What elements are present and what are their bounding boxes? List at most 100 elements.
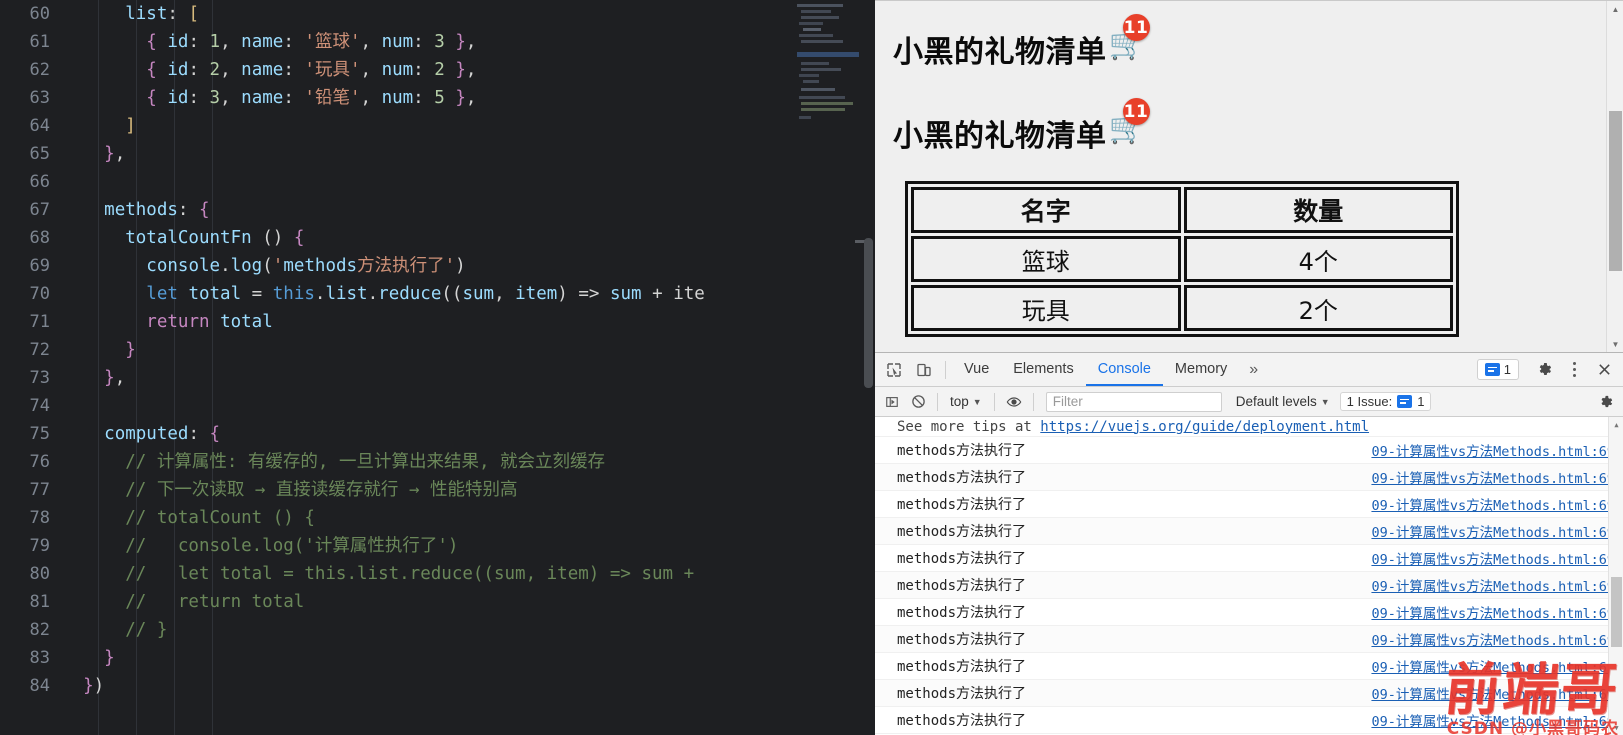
scroll-down-arrow-icon[interactable]: ▼ bbox=[1607, 336, 1623, 352]
editor-line-number: 80 bbox=[29, 564, 50, 584]
close-icon[interactable] bbox=[1589, 356, 1619, 384]
console-message-text: methods方法执行了 bbox=[897, 524, 1027, 540]
console-context-value: top bbox=[950, 394, 969, 409]
editor-line-number: 70 bbox=[29, 284, 50, 304]
console-sidebar-icon[interactable] bbox=[879, 390, 905, 414]
devtools-panel: Vue Elements Console Memory » 1 top ▼ Fi… bbox=[875, 352, 1623, 735]
editor-code-line[interactable]: }, bbox=[62, 364, 875, 392]
console-message-source-link[interactable]: 09-计算属性vs方法Methods.html:69 bbox=[1371, 467, 1615, 487]
editor-line-number: 64 bbox=[29, 116, 50, 136]
console-message-source-link[interactable]: 09-计算属性vs方法Methods.html:69 bbox=[1371, 602, 1615, 622]
clear-console-icon[interactable] bbox=[905, 390, 931, 414]
console-message-text: methods方法执行了 bbox=[897, 605, 1027, 621]
console-message-row[interactable]: methods方法执行了 09-计算属性vs方法Methods.html:69 bbox=[875, 599, 1623, 626]
editor-code-line[interactable]: methods: { bbox=[62, 196, 875, 224]
editor-code-area[interactable]: list: [ { id: 1, name: '篮球', num: 3 }, {… bbox=[62, 0, 875, 735]
console-message-text: methods方法执行了 bbox=[897, 713, 1027, 729]
console-message-source-link[interactable]: 09-计算属性vs方法Methods.html:69 bbox=[1371, 683, 1615, 703]
editor-line-number: 79 bbox=[29, 536, 50, 556]
gear-icon[interactable] bbox=[1593, 390, 1619, 414]
editor-code-line[interactable]: // 计算属性: 有缓存的, 一旦计算出来结果, 就会立刻缓存 bbox=[62, 448, 875, 476]
editor-scrollbar[interactable] bbox=[861, 0, 875, 735]
console-message-row[interactable]: methods方法执行了 09-计算属性vs方法Methods.html:69 bbox=[875, 626, 1623, 653]
console-message-row[interactable]: methods方法执行了 09-计算属性vs方法Methods.html:69 bbox=[875, 464, 1623, 491]
tab-memory[interactable]: Memory bbox=[1163, 353, 1239, 386]
editor-code-line[interactable]: totalCountFn () { bbox=[62, 224, 875, 252]
gift-name-cell: 玩具 bbox=[911, 285, 1181, 331]
tab-elements[interactable]: Elements bbox=[1001, 353, 1085, 386]
editor-code-line[interactable]: return total bbox=[62, 308, 875, 336]
preview-scrollbar-thumb[interactable] bbox=[1609, 111, 1622, 271]
inspect-element-icon[interactable] bbox=[879, 356, 909, 384]
console-message-row[interactable]: methods方法执行了 09-计算属性vs方法Methods.html:69 bbox=[875, 545, 1623, 572]
kebab-menu-icon[interactable] bbox=[1559, 356, 1589, 384]
console-message-row[interactable]: methods方法执行了 09-计算属性vs方法Methods.html:69 bbox=[875, 437, 1623, 464]
issues-badge-button[interactable]: 1 bbox=[1476, 359, 1519, 380]
console-message-row[interactable]: methods方法执行了 09-计算属性vs方法Methods.html:69 bbox=[875, 572, 1623, 599]
editor-code-line[interactable]: }) bbox=[62, 672, 875, 700]
editor-code-line[interactable]: // console.log('计算属性执行了') bbox=[62, 532, 875, 560]
editor-line-number: 76 bbox=[29, 452, 50, 472]
editor-code-line[interactable]: console.log('methods方法执行了') bbox=[62, 252, 875, 280]
editor-code-line[interactable]: } bbox=[62, 644, 875, 672]
editor-code-line[interactable]: list: [ bbox=[62, 0, 875, 28]
console-message-source-link[interactable]: 09-计算属性vs方法Methods.html:69 bbox=[1371, 440, 1615, 460]
console-scrollbar[interactable]: ▲ ▼ bbox=[1608, 417, 1623, 735]
editor-line-number: 81 bbox=[29, 592, 50, 612]
console-tip-link[interactable]: https://vuejs.org/guide/deployment.html bbox=[1040, 419, 1369, 435]
editor-code-line[interactable]: // } bbox=[62, 616, 875, 644]
editor-code-line[interactable]: ] bbox=[62, 112, 875, 140]
scroll-up-arrow-icon[interactable]: ▲ bbox=[1609, 417, 1623, 432]
editor-code-line[interactable]: }, bbox=[62, 140, 875, 168]
console-message-row[interactable]: methods方法执行了 09-计算属性vs方法Methods.html:69 bbox=[875, 491, 1623, 518]
console-message-source-link[interactable]: 09-计算属性vs方法Methods.html:69 bbox=[1371, 521, 1615, 541]
editor-code-line[interactable]: // let total = this.list.reduce((sum, it… bbox=[62, 560, 875, 588]
gear-icon[interactable] bbox=[1529, 356, 1559, 384]
console-message-text: methods方法执行了 bbox=[897, 443, 1027, 459]
editor-code-line[interactable]: computed: { bbox=[62, 420, 875, 448]
console-issues-chip[interactable]: 1 Issue: 1 bbox=[1339, 392, 1432, 411]
editor-code-line[interactable] bbox=[62, 392, 875, 420]
console-context-selector[interactable]: top ▼ bbox=[944, 394, 988, 409]
editor-code-line[interactable] bbox=[62, 168, 875, 196]
editor-code-line[interactable]: let total = this.list.reduce((sum, item)… bbox=[62, 280, 875, 308]
gift-list-heading-1: 小黑的礼物清单 🛒 11 bbox=[893, 14, 1623, 71]
editor-code-line[interactable]: { id: 3, name: '铅笔', num: 5 }, bbox=[62, 84, 875, 112]
device-toolbar-icon[interactable] bbox=[909, 356, 939, 384]
editor-line-number: 65 bbox=[29, 144, 50, 164]
console-message-source-link[interactable]: 09-计算属性vs方法Methods.html:69 bbox=[1371, 548, 1615, 568]
filter-divider-2 bbox=[993, 392, 995, 411]
console-log-levels-selector[interactable]: Default levels ▼ bbox=[1236, 394, 1330, 409]
editor-line-number: 69 bbox=[29, 256, 50, 276]
tab-console[interactable]: Console bbox=[1086, 353, 1163, 386]
gift-count-cell: 2个 bbox=[1183, 285, 1453, 331]
scroll-up-arrow-icon[interactable]: ▲ bbox=[1607, 1, 1623, 18]
console-messages-list[interactable]: See more tips at https://vuejs.org/guide… bbox=[875, 417, 1623, 735]
editor-code-line[interactable]: { id: 2, name: '玩具', num: 2 }, bbox=[62, 56, 875, 84]
editor-code-line[interactable]: // 下一次读取 → 直接读缓存就行 → 性能特别高 bbox=[62, 476, 875, 504]
console-message-text: methods方法执行了 bbox=[897, 686, 1027, 702]
scroll-down-arrow-icon[interactable]: ▼ bbox=[1609, 720, 1623, 735]
more-tabs-icon[interactable]: » bbox=[1239, 361, 1268, 379]
tab-vue[interactable]: Vue bbox=[952, 353, 1001, 386]
preview-scrollbar[interactable]: ▲ ▼ bbox=[1606, 1, 1623, 352]
editor-code-line[interactable]: // totalCount () { bbox=[62, 504, 875, 532]
console-message-row[interactable]: methods方法执行了 09-计算属性vs方法Methods.html:69 bbox=[875, 707, 1623, 734]
console-message-source-link[interactable]: 09-计算属性vs方法Methods.html:69 bbox=[1371, 575, 1615, 595]
console-message-source-link[interactable]: 09-计算属性vs方法Methods.html:69 bbox=[1371, 710, 1615, 730]
console-message-row[interactable]: methods方法执行了 09-计算属性vs方法Methods.html:69 bbox=[875, 653, 1623, 680]
editor-code-line[interactable]: } bbox=[62, 336, 875, 364]
console-scrollbar-thumb[interactable] bbox=[1611, 577, 1622, 647]
code-editor[interactable]: 60 61 62 63 64 65 66 67 68 69 70 71 72 73 74 75 76 77 78 79… bbox=[0, 0, 875, 735]
console-message-source-link[interactable]: 09-计算属性vs方法Methods.html:69 bbox=[1371, 629, 1615, 649]
console-filter-input[interactable]: Filter bbox=[1045, 391, 1222, 412]
live-expression-icon[interactable] bbox=[1001, 390, 1027, 414]
console-message-row[interactable]: methods方法执行了 09-计算属性vs方法Methods.html:69 bbox=[875, 518, 1623, 545]
console-message-source-link[interactable]: 09-计算属性vs方法Methods.html:69 bbox=[1371, 656, 1615, 676]
editor-code-line[interactable]: { id: 1, name: '篮球', num: 3 }, bbox=[62, 28, 875, 56]
editor-scrollbar-thumb[interactable] bbox=[864, 238, 873, 388]
console-message-row[interactable]: methods方法执行了 09-计算属性vs方法Methods.html:69 bbox=[875, 680, 1623, 707]
console-message-source-link[interactable]: 09-计算属性vs方法Methods.html:69 bbox=[1371, 494, 1615, 514]
editor-code-line[interactable]: // return total bbox=[62, 588, 875, 616]
message-icon bbox=[1397, 395, 1413, 408]
